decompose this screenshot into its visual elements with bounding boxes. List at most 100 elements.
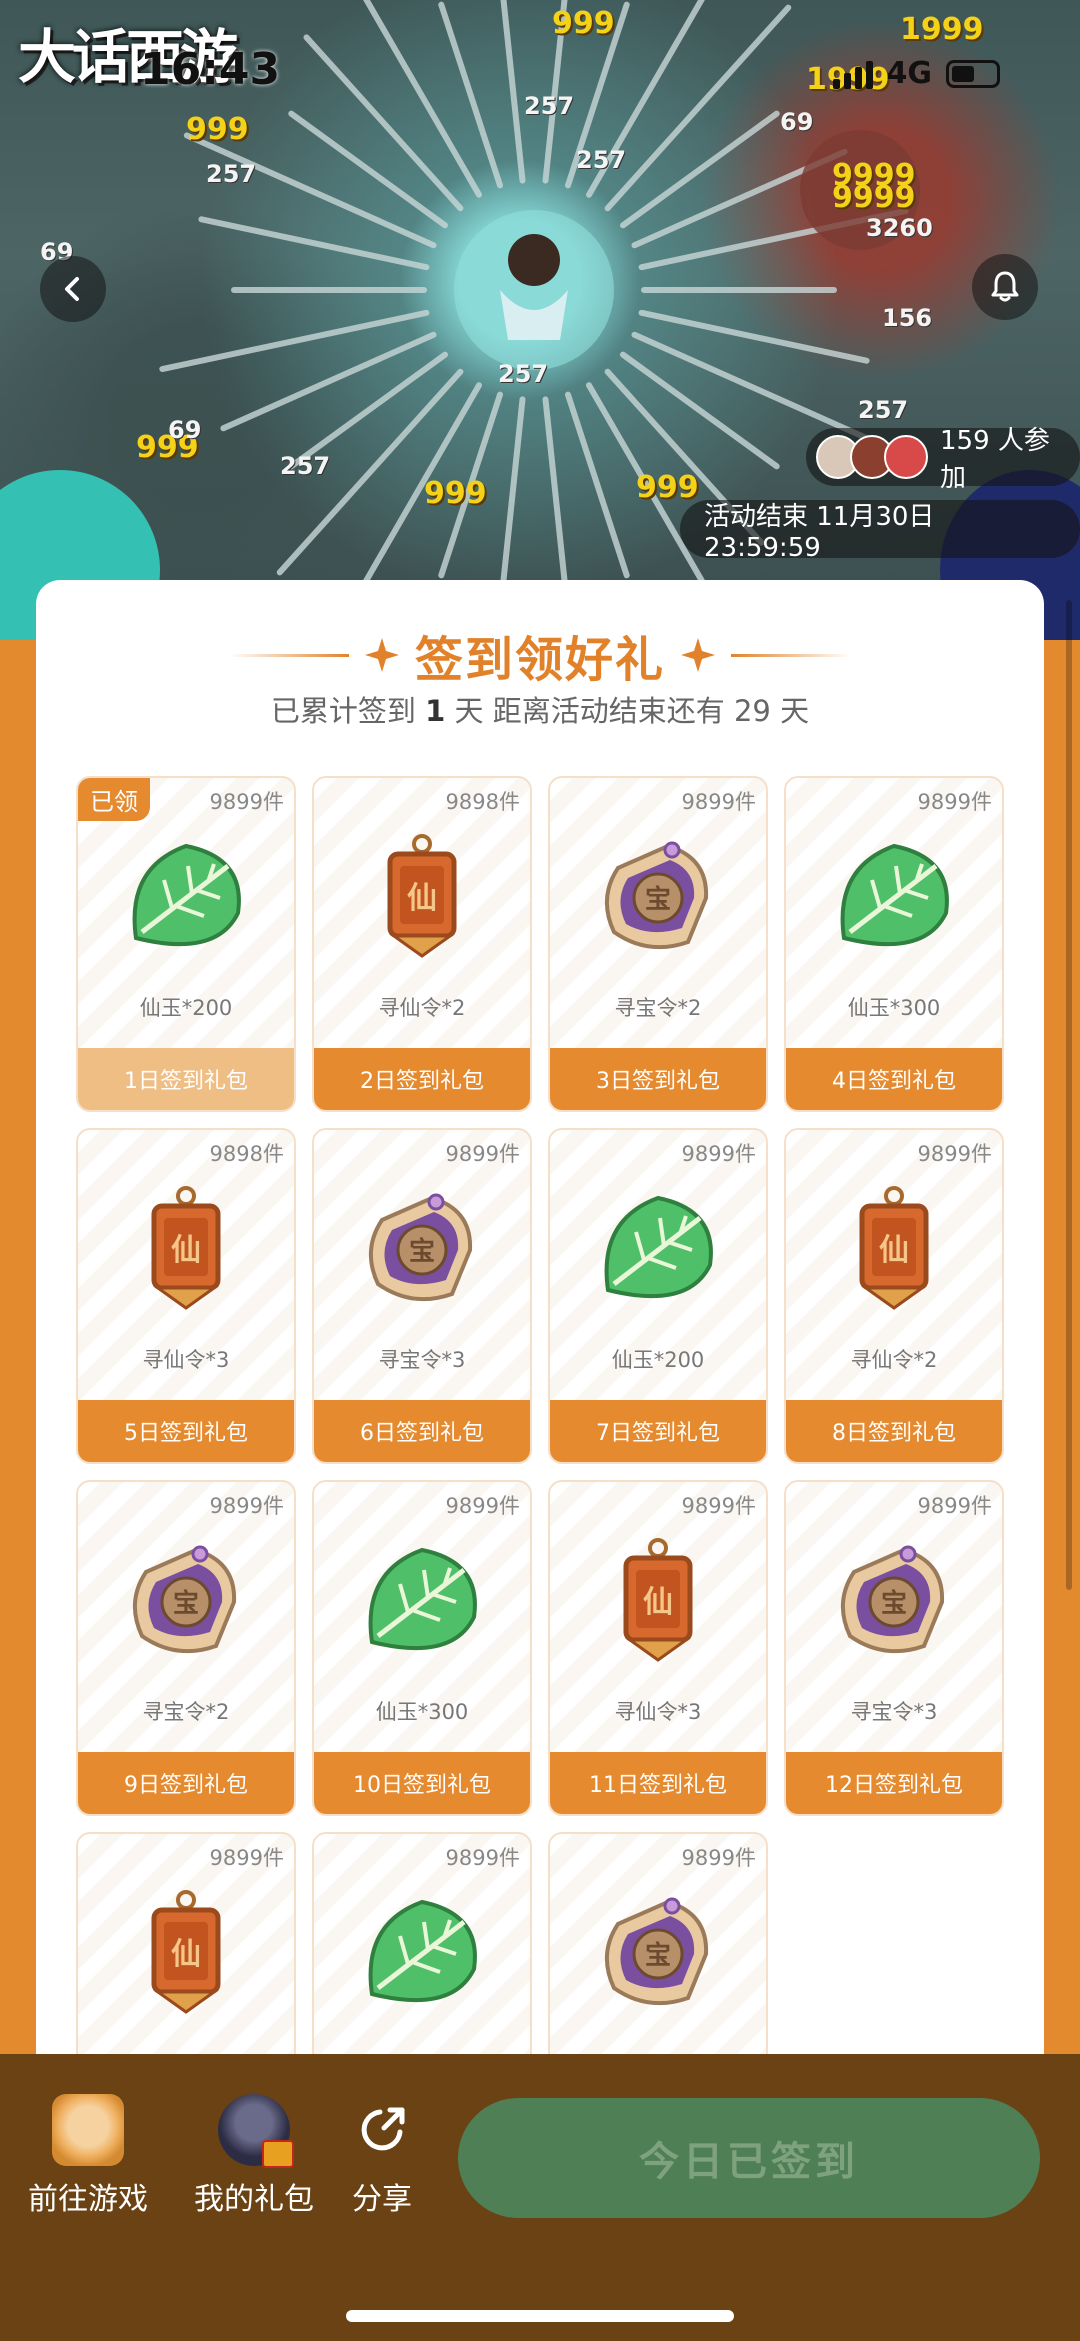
reward-name: 寻宝令*2: [142, 1700, 230, 1724]
stock-count: 9899件: [209, 1846, 284, 1870]
svg-text:仙: 仙: [407, 881, 437, 916]
stock-count: 9899件: [681, 1494, 756, 1518]
damage-number: 999: [424, 476, 487, 511]
reward-tile[interactable]: 9898件仙寻仙令*2 2日签到礼包: [312, 776, 532, 1112]
damage-number: 69: [168, 416, 202, 444]
status-time: 16:43: [140, 44, 281, 95]
share-label: 分享: [352, 2182, 412, 2217]
reward-tile[interactable]: 已领 9899件仙玉*200 1日签到礼包: [76, 776, 296, 1112]
reward-tile[interactable]: 9899件仙玉*200 7日签到礼包: [548, 1128, 768, 1464]
notification-button[interactable]: [972, 254, 1038, 320]
game-icon: [52, 2094, 124, 2166]
stock-count: 9899件: [917, 1142, 992, 1166]
reward-name: 寻仙令*2: [850, 1348, 938, 1372]
reward-name: 寻宝令*3: [378, 1348, 466, 1372]
reward-grid: 已领 9899件 仙玉*200 1日签到礼包 9898件仙寻仙令*2 2日签到礼包 9899…: [76, 776, 1012, 2086]
damage-number: 257: [498, 360, 549, 388]
treasure-token-icon: 宝: [116, 1532, 256, 1672]
checkin-summary: 已累计签到 1 天 距离活动结束还有 29 天: [270, 694, 810, 728]
reward-tile[interactable]: 9899件宝寻宝令*2 9日签到礼包: [76, 1480, 296, 1816]
daily-gift-button[interactable]: 10日签到礼包: [314, 1752, 530, 1814]
battery-icon: [946, 59, 1000, 88]
reward-name: 仙玉*300: [375, 1700, 469, 1724]
title-divider-right: [731, 653, 851, 657]
damage-number: 999: [636, 470, 699, 505]
svg-text:宝: 宝: [409, 1236, 435, 1267]
stock-count: 9898件: [445, 790, 520, 814]
status-indicators: 4G: [832, 56, 1000, 91]
title-divider-left: [228, 653, 349, 657]
reward-name: 仙玉*300: [847, 996, 941, 1020]
section-title: 签到领好礼: [414, 632, 665, 688]
svg-text:宝: 宝: [645, 1940, 671, 1971]
reward-tile[interactable]: 9899件宝寻宝令*3 6日签到礼包: [312, 1128, 532, 1464]
claimed-badge: 已领: [78, 778, 150, 821]
stock-count: 9899件: [209, 790, 284, 814]
hero-banner: 大话西游 999 257 999 257 257 69 9999 9999 32…: [0, 0, 1080, 640]
signed-days-count: 1: [425, 694, 446, 728]
stock-count: 9899件: [917, 1494, 992, 1518]
reward-tile[interactable]: 9898件仙寻仙令*3 5日签到礼包: [76, 1128, 296, 1464]
daily-gift-button[interactable]: 9日签到礼包: [78, 1752, 294, 1814]
my-gifts-label: 我的礼包: [194, 2182, 314, 2217]
treasure-token-icon: 宝: [824, 1532, 964, 1672]
reward-tile[interactable]: 9899件 仙玉*300 4日签到礼包: [784, 776, 1004, 1112]
avatar: [884, 435, 928, 479]
sparkle-icon: [364, 638, 399, 672]
reward-tile[interactable]: 9899件宝寻宝令*3 12日签到礼包: [784, 1480, 1004, 1816]
signed-today-button[interactable]: 今日已签到: [458, 2098, 1040, 2218]
reward-name: 仙玉*200: [611, 1348, 705, 1372]
daily-gift-button[interactable]: 3日签到礼包: [550, 1048, 766, 1110]
daily-gift-button[interactable]: 6日签到礼包: [314, 1400, 530, 1462]
share-button[interactable]: 分享: [346, 2094, 418, 2218]
damage-number: 3260: [866, 214, 933, 242]
stock-count: 9898件: [209, 1142, 284, 1166]
stock-count: 9899件: [681, 1142, 756, 1166]
gift-bag-icon: [218, 2094, 294, 2168]
reward-tile[interactable]: 9899件仙玉*300 10日签到礼包: [312, 1480, 532, 1816]
treasure-token-icon: 宝: [588, 1884, 728, 2024]
my-gifts-button[interactable]: 我的礼包: [194, 2094, 314, 2218]
section-title-row: 签到领好礼: [36, 620, 1044, 690]
svg-text:仙: 仙: [879, 1233, 909, 1268]
daily-gift-button[interactable]: 11日签到礼包: [550, 1752, 766, 1814]
daily-gift-button[interactable]: 5日签到礼包: [78, 1400, 294, 1462]
jade-leaf-icon: [352, 1884, 492, 2024]
damage-number: 69: [780, 108, 814, 136]
reward-tile[interactable]: 9899件: [312, 1832, 532, 2086]
daily-gift-button[interactable]: 4日签到礼包: [786, 1048, 1002, 1110]
daily-gift-button[interactable]: 1日签到礼包: [78, 1048, 294, 1110]
reward-tile[interactable]: 9899件宝寻宝令*2 3日签到礼包: [548, 776, 768, 1112]
stock-count: 9899件: [209, 1494, 284, 1518]
stock-count: 9899件: [445, 1846, 520, 1870]
home-indicator[interactable]: [346, 2310, 734, 2322]
back-button[interactable]: [40, 256, 106, 322]
reward-name: 寻仙令*2: [378, 996, 466, 1020]
reward-tile[interactable]: 9899件仙寻仙令*2 8日签到礼包: [784, 1128, 1004, 1464]
daily-gift-button[interactable]: 8日签到礼包: [786, 1400, 1002, 1462]
stock-count: 9899件: [445, 1494, 520, 1518]
reward-tile[interactable]: 9899件宝: [548, 1832, 768, 2086]
daily-gift-button[interactable]: 7日签到礼包: [550, 1400, 766, 1462]
participants-pill: 159 人参加: [806, 426, 1080, 493]
svg-text:宝: 宝: [881, 1588, 907, 1619]
stock-count: 9899件: [445, 1142, 520, 1166]
xian-token-icon: 仙: [116, 1884, 256, 2024]
reward-name: 寻仙令*3: [142, 1348, 230, 1372]
stock-count: 9899件: [681, 790, 756, 814]
reward-name: 寻宝令*2: [614, 996, 702, 1020]
jade-leaf-icon: [588, 1180, 728, 1320]
damage-number: 257: [206, 160, 257, 188]
daily-gift-button[interactable]: 2日签到礼包: [314, 1048, 530, 1110]
daily-gift-button[interactable]: 12日签到礼包: [786, 1752, 1002, 1814]
reward-tile[interactable]: 9899件仙寻仙令*3 11日签到礼包: [548, 1480, 768, 1816]
reward-name: 仙玉*200: [139, 996, 233, 1020]
bottom-action-bar: 前往游戏 我的礼包 分享 今日已签到: [0, 2054, 1080, 2341]
reward-tile[interactable]: 9899件仙: [76, 1832, 296, 2086]
go-to-game-label: 前往游戏: [28, 2182, 148, 2217]
participants-count: 159 人参加: [940, 426, 1050, 493]
scrollbar[interactable]: [1066, 600, 1072, 1590]
go-to-game-button[interactable]: 前往游戏: [28, 2094, 148, 2218]
xian-token-icon: 仙: [588, 1532, 728, 1672]
damage-number: 257: [524, 92, 575, 120]
